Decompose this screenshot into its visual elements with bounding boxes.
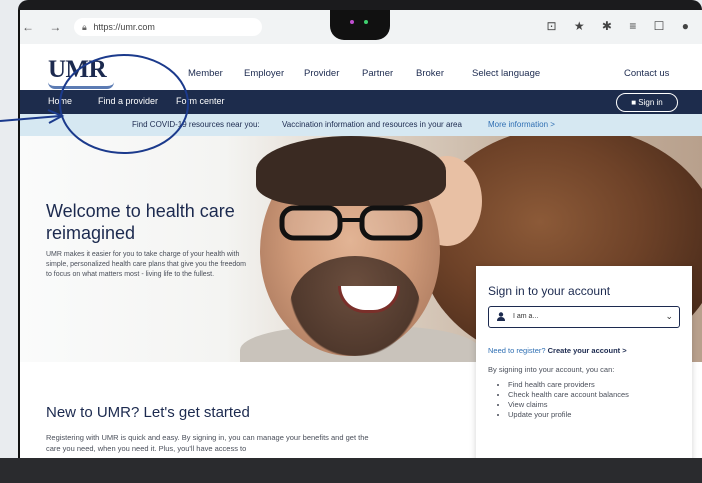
list-item: Check health care account balances <box>508 390 629 400</box>
nav-member[interactable]: Member <box>188 68 223 79</box>
laptop-bezel-bottom <box>0 458 702 483</box>
sign-in-button[interactable]: ■ Sign in <box>616 93 678 112</box>
list-item: Find health care providers <box>508 380 629 390</box>
person-icon: ■ <box>631 98 637 107</box>
photo-background: ← → C ⌂ 🔒︎ https://umr.com ⊡ ★ ✱ ≡ ☐ ● U… <box>0 0 702 483</box>
logo-swoosh-icon <box>48 82 114 89</box>
nav-partner[interactable]: Partner <box>362 68 393 79</box>
umr-logo[interactable]: UMR <box>48 56 107 84</box>
sign-in-card-title: Sign in to your account <box>488 284 611 298</box>
covid-banner: Find COVID-19 resources near you: Vaccin… <box>20 114 702 136</box>
benefits-intro: By signing into your account, you can: <box>488 365 615 374</box>
site-header: UMR Member Employer Provider Partner Bro… <box>20 44 702 90</box>
laptop-frame: ← → C ⌂ 🔒︎ https://umr.com ⊡ ★ ✱ ≡ ☐ ● U… <box>0 0 702 483</box>
hero-title: Welcome to health care reimagined <box>46 201 235 243</box>
sign-in-label: Sign in <box>638 98 663 107</box>
register-prompt: Need to register? Create your account > <box>488 346 627 355</box>
browser-extension-icons[interactable]: ⊡ ★ ✱ ≡ ☐ ● <box>546 19 696 33</box>
getting-started-body: Registering with UMR is quick and easy. … <box>46 433 369 453</box>
glasses-icon <box>279 205 423 241</box>
camera-icon <box>350 20 354 24</box>
getting-started-title: New to UMR? Let's get started <box>46 404 250 421</box>
role-select-value: I am a... <box>513 313 539 320</box>
tab-home[interactable]: Home <box>48 96 72 106</box>
nav-provider[interactable]: Provider <box>304 68 339 79</box>
address-bar[interactable]: 🔒︎ https://umr.com <box>74 18 262 36</box>
camera-light-icon <box>364 20 368 24</box>
contact-us-link[interactable]: Contact us <box>624 68 669 79</box>
camera-notch <box>330 10 390 40</box>
sign-in-card: Sign in to your account I am a... ⌄ Need… <box>476 266 692 458</box>
hero-body: UMR makes it easier for you to take char… <box>46 251 247 278</box>
list-item: View claims <box>508 400 629 410</box>
register-question: Need to register? <box>488 346 546 355</box>
benefits-list: Find health care providers Check health … <box>498 380 629 420</box>
hero-photo-man-hair <box>256 136 446 206</box>
address-bar-url: https://umr.com <box>93 22 155 32</box>
lock-icon: 🔒︎ <box>82 22 87 32</box>
covid-banner-text: Vaccination information and resources in… <box>282 120 462 129</box>
user-icon <box>497 312 505 321</box>
list-item: Update your profile <box>508 410 629 420</box>
covid-banner-lead: Find COVID-19 resources near you: <box>132 120 260 129</box>
more-information-link[interactable]: More information > <box>488 114 555 136</box>
laptop-screen: ← → C ⌂ 🔒︎ https://umr.com ⊡ ★ ✱ ≡ ☐ ● U… <box>18 10 702 458</box>
create-account-link[interactable]: Create your account > <box>548 346 627 355</box>
nav-select-language[interactable]: Select language <box>472 68 540 79</box>
nav-broker[interactable]: Broker <box>416 68 444 79</box>
tab-form-center[interactable]: Form center <box>176 96 225 106</box>
role-select-dropdown[interactable]: I am a... ⌄ <box>488 306 680 328</box>
tab-find-a-provider[interactable]: Find a provider <box>98 96 158 106</box>
primary-navbar: Home Find a provider Form center ■ Sign … <box>20 90 702 114</box>
nav-employer[interactable]: Employer <box>244 68 284 79</box>
chevron-down-icon: ⌄ <box>665 311 673 321</box>
